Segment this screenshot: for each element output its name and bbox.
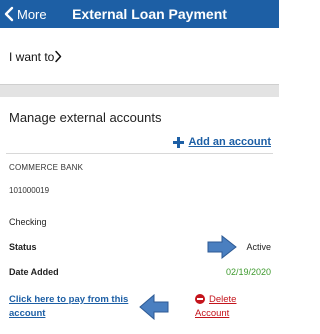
- section-separator: [0, 84, 279, 97]
- date-added-label: Date Added: [9, 267, 59, 277]
- status-label: Status: [9, 242, 37, 252]
- chevron-right-icon: [55, 50, 62, 63]
- add-account-link[interactable]: Add an account: [188, 136, 271, 148]
- account-type: Checking: [9, 217, 47, 227]
- add-account-button[interactable]: Add an account: [173, 136, 271, 148]
- minus-circle-icon: [195, 294, 205, 304]
- routing-number: 101000019: [9, 186, 50, 195]
- status-value: Active: [246, 242, 271, 252]
- i-want-to-label: I want to: [9, 50, 55, 64]
- divider: [6, 153, 273, 154]
- plus-icon: [173, 136, 185, 148]
- delete-label-line1[interactable]: Delete: [209, 293, 236, 307]
- manage-accounts-card: Manage external accounts Add an account …: [0, 97, 279, 334]
- arrow-left-icon: [139, 294, 169, 320]
- delete-label-line2[interactable]: Account: [195, 307, 229, 321]
- bank-name: COMMERCE BANK: [9, 163, 84, 172]
- i-want-to-row[interactable]: I want to: [0, 28, 279, 84]
- card-title: Manage external accounts: [9, 110, 162, 125]
- header-bar: More External Loan Payment: [0, 0, 279, 28]
- page: More External Loan Payment I want to Man…: [0, 0, 279, 334]
- arrow-right-icon: [207, 235, 237, 259]
- date-added-value: 02/19/2020: [225, 267, 271, 277]
- pay-from-account-link[interactable]: Click here to pay from this account: [9, 293, 139, 321]
- page-title: External Loan Payment: [72, 6, 227, 22]
